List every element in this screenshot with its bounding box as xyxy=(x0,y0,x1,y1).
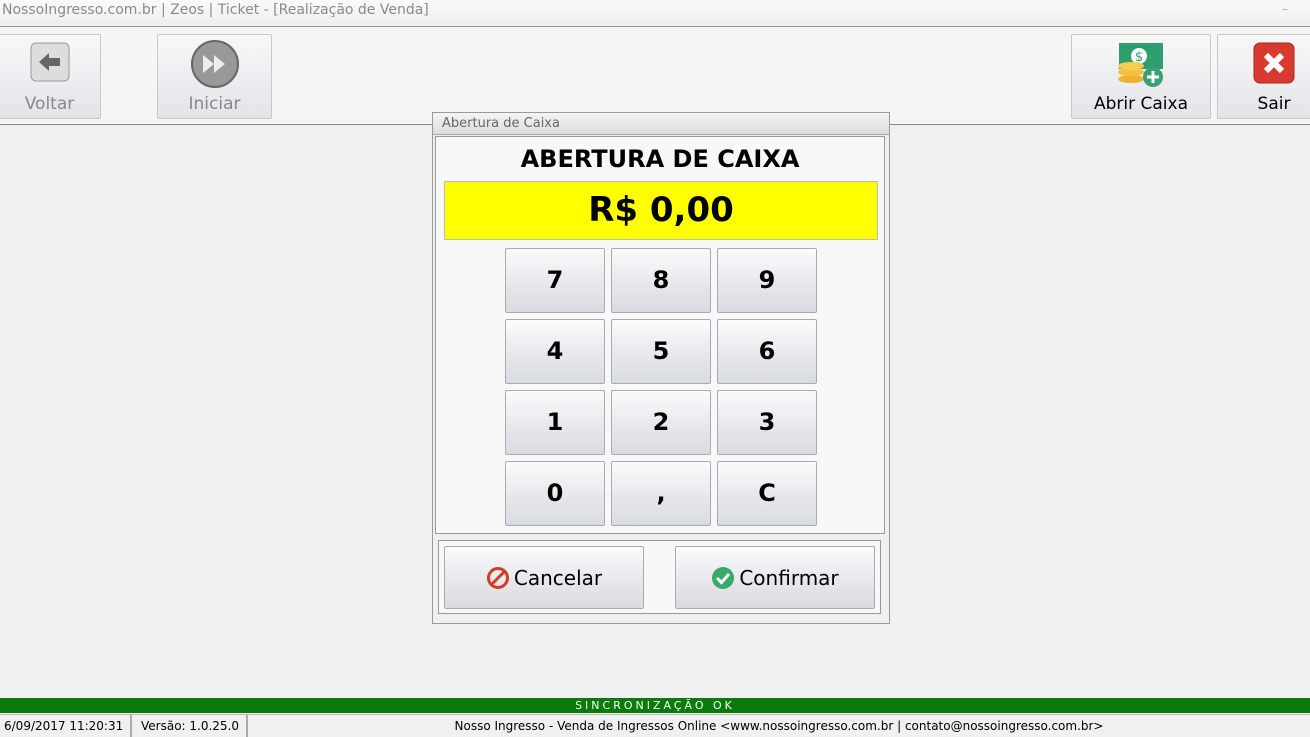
abrir-caixa-label: Abrir Caixa xyxy=(1093,94,1188,114)
voltar-label: Voltar xyxy=(24,94,75,114)
check-circle-icon xyxy=(712,566,735,589)
cancel-button[interactable]: Cancelar xyxy=(444,546,644,609)
confirm-label: Confirmar xyxy=(739,565,839,590)
minimize-button[interactable]: – xyxy=(1282,2,1288,16)
status-bar: 6/09/2017 11:20:31 Versão: 1.0.25.0 Noss… xyxy=(0,714,1310,737)
prohibited-icon xyxy=(486,566,509,589)
status-info: Nosso Ingresso - Venda de Ingressos Onli… xyxy=(454,719,1104,733)
amount-display: R$ 0,00 xyxy=(444,181,878,240)
sair-button[interactable]: Sair xyxy=(1217,34,1310,119)
key-4[interactable]: 4 xyxy=(505,319,605,384)
key-9[interactable]: 9 xyxy=(717,248,817,313)
key-1[interactable]: 1 xyxy=(505,390,605,455)
sync-status-bar: SINCRONIZAÇÃO OK xyxy=(0,698,1310,713)
cancel-label: Cancelar xyxy=(513,565,603,590)
iniciar-label: Iniciar xyxy=(188,94,241,114)
dialog-actions: Cancelar Confirmar xyxy=(438,540,881,614)
back-arrow-icon xyxy=(30,42,69,82)
key-3[interactable]: 3 xyxy=(717,390,817,455)
sair-label: Sair xyxy=(1257,94,1291,114)
toolbar: Voltar Iniciar $ Abrir Caixa Sair xyxy=(0,28,1310,125)
key-comma[interactable]: , xyxy=(611,461,711,526)
key-6[interactable]: 6 xyxy=(717,319,817,384)
window-title: NossoIngresso.com.br | Zeos | Ticket - [… xyxy=(2,2,429,18)
dialog-heading: ABERTURA DE CAIXA xyxy=(520,145,800,173)
cash-add-icon: $ xyxy=(1118,43,1163,87)
key-5[interactable]: 5 xyxy=(611,319,711,384)
fast-forward-icon xyxy=(190,40,239,88)
title-bar: NossoIngresso.com.br | Zeos | Ticket - [… xyxy=(0,0,1310,27)
key-7[interactable]: 7 xyxy=(505,248,605,313)
key-clear[interactable]: C xyxy=(717,461,817,526)
key-2[interactable]: 2 xyxy=(611,390,711,455)
keypad-panel: ABERTURA DE CAIXA R$ 0,00 7 8 9 4 5 6 1 … xyxy=(435,136,885,534)
iniciar-button[interactable]: Iniciar xyxy=(157,34,272,119)
abrir-caixa-button[interactable]: $ Abrir Caixa xyxy=(1071,34,1211,119)
voltar-button[interactable]: Voltar xyxy=(0,34,101,119)
key-0[interactable]: 0 xyxy=(505,461,605,526)
close-icon xyxy=(1253,42,1295,84)
dialog-title: Abertura de Caixa xyxy=(433,113,889,135)
key-8[interactable]: 8 xyxy=(611,248,711,313)
confirm-button[interactable]: Confirmar xyxy=(675,546,875,609)
status-version: Versão: 1.0.25.0 xyxy=(132,715,248,737)
abertura-caixa-dialog: Abertura de Caixa ABERTURA DE CAIXA R$ 0… xyxy=(432,112,890,624)
status-datetime: 6/09/2017 11:20:31 xyxy=(0,715,132,737)
